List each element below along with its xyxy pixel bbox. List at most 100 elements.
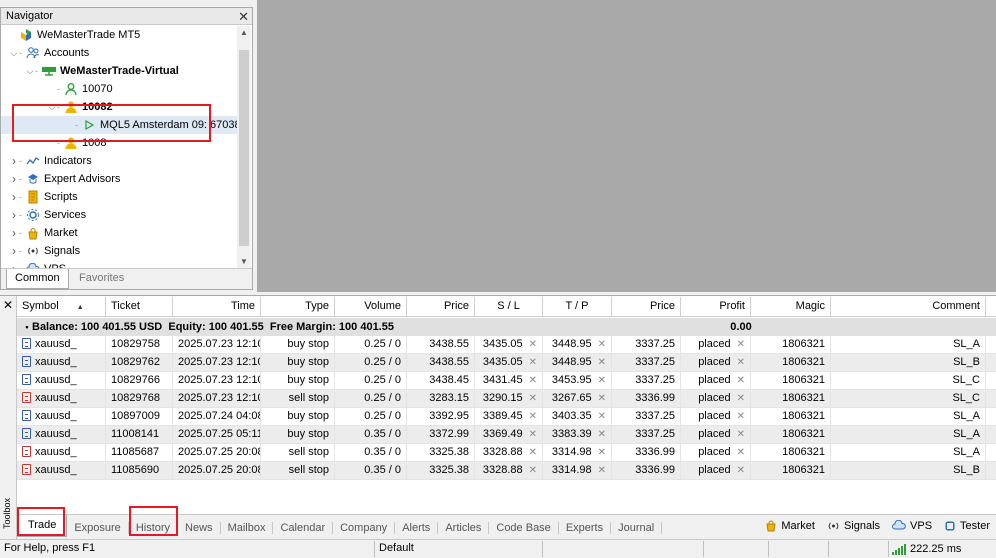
remove-tp-icon[interactable]: ✕ — [598, 465, 606, 476]
column-header[interactable]: Type — [261, 297, 335, 317]
remove-sl-icon[interactable]: ✕ — [529, 429, 537, 440]
tab-exposure[interactable]: Exposure — [67, 521, 129, 534]
balance-row[interactable]: • Balance: 100 401.55 USD Equity: 100 40… — [17, 318, 996, 336]
toolbox-close-icon[interactable]: ✕ — [3, 298, 13, 312]
cancel-order-icon[interactable]: ✕ — [737, 339, 745, 350]
table-row[interactable]: xauusd_ 10829762 2025.07.23 12:10:04 buy st… — [17, 354, 996, 372]
scroll-down-icon[interactable]: ▼ — [237, 255, 251, 269]
market-button[interactable]: Market — [765, 520, 815, 532]
tree-item[interactable]: - 10070 — [1, 80, 237, 98]
column-header[interactable]: Comment — [831, 297, 986, 317]
tree-item[interactable]: › - Expert Advisors — [1, 170, 237, 188]
cancel-order-icon[interactable]: ✕ — [737, 429, 745, 440]
cancel-order-icon[interactable]: ✕ — [737, 411, 745, 422]
cell-ticket: 10897009 — [106, 408, 173, 426]
column-header[interactable]: Magic — [751, 297, 831, 317]
column-header[interactable]: Time — [173, 297, 261, 317]
tab-journal[interactable]: Journal — [611, 521, 663, 534]
navigator-close-icon[interactable]: ✕ — [238, 9, 249, 25]
tab-calendar[interactable]: Calendar — [273, 521, 334, 534]
cancel-order-icon[interactable]: ✕ — [737, 447, 745, 458]
cell-ticket: 10829762 — [106, 354, 173, 372]
navigator-scrollbar[interactable]: ▲ ▼ — [237, 26, 251, 269]
cell-cur-price: 3337.25 — [612, 354, 681, 372]
cell-ticket: 11085690 — [106, 462, 173, 480]
tab-experts[interactable]: Experts — [559, 521, 612, 534]
cell-magic: 1806321 — [751, 354, 831, 372]
column-header[interactable]: S / L — [475, 297, 543, 317]
cell-value: 2025.07.23 12:10:05 — [178, 374, 260, 386]
table-row[interactable]: xauusd_ 11008141 2025.07.25 05:11:28 buy st… — [17, 426, 996, 444]
tab-common[interactable]: Common — [6, 269, 69, 289]
cell-value: 3337.25 — [635, 428, 675, 440]
remove-sl-icon[interactable]: ✕ — [529, 411, 537, 422]
tree-item[interactable]: › - Services — [1, 206, 237, 224]
remove-tp-icon[interactable]: ✕ — [598, 357, 606, 368]
tab-mailbox[interactable]: Mailbox — [221, 521, 274, 534]
column-header[interactable]: Symbol ▲ — [17, 297, 106, 317]
tester-button[interactable]: Tester — [944, 520, 990, 532]
chevron-right-icon[interactable]: › — [9, 154, 19, 168]
remove-sl-icon[interactable]: ✕ — [529, 465, 537, 476]
scroll-up-icon[interactable]: ▲ — [237, 26, 251, 40]
tree-item[interactable]: › - Signals — [1, 242, 237, 260]
remove-sl-icon[interactable]: ✕ — [529, 447, 537, 458]
table-row[interactable]: xauusd_ 10829766 2025.07.23 12:10:05 buy st… — [17, 372, 996, 390]
tab-favorites[interactable]: Favorites — [71, 269, 132, 289]
remove-tp-icon[interactable]: ✕ — [598, 411, 606, 422]
tree-item[interactable]: › - Indicators — [1, 152, 237, 170]
chevron-right-icon[interactable]: › — [9, 226, 19, 240]
table-row[interactable]: xauusd_ 11085687 2025.07.25 20:08:40 sell s… — [17, 444, 996, 462]
vps-button[interactable]: VPS — [892, 520, 932, 532]
remove-tp-icon[interactable]: ✕ — [598, 447, 606, 458]
column-header[interactable]: Price — [612, 297, 681, 317]
remove-tp-icon[interactable]: ✕ — [598, 393, 606, 404]
tree-item[interactable]: ⌵ - WeMasterTrade-Virtual — [1, 62, 237, 80]
remove-sl-icon[interactable]: ✕ — [529, 375, 537, 386]
chevron-right-icon[interactable]: › — [9, 190, 19, 204]
tab-articles[interactable]: Articles — [438, 521, 490, 534]
chevron-right-icon[interactable]: › — [9, 208, 19, 222]
column-header[interactable]: Price — [407, 297, 475, 317]
scroll-thumb[interactable] — [239, 50, 249, 246]
column-header[interactable]: Volume — [335, 297, 407, 317]
cancel-order-icon[interactable]: ✕ — [737, 465, 745, 476]
tab-news[interactable]: News — [178, 521, 221, 534]
cancel-order-icon[interactable]: ✕ — [737, 375, 745, 386]
toolbox-panel: ✕ Toolbox Symbol ▲ Ticket Time Type Volume Pri… — [0, 295, 996, 540]
chevron-right-icon[interactable]: › — [9, 244, 19, 258]
tab-alerts[interactable]: Alerts — [395, 521, 439, 534]
buy-order-icon — [22, 428, 31, 439]
remove-sl-icon[interactable]: ✕ — [529, 339, 537, 350]
cancel-order-icon[interactable]: ✕ — [737, 357, 745, 368]
table-row[interactable]: xauusd_ 10829758 2025.07.23 12:10:03 buy st… — [17, 336, 996, 354]
chevron-right-icon[interactable]: › — [9, 172, 19, 186]
cancel-order-icon[interactable]: ✕ — [737, 393, 745, 404]
remove-tp-icon[interactable]: ✕ — [598, 375, 606, 386]
column-header[interactable]: Ticket — [106, 297, 173, 317]
connection-status[interactable]: 222.25 ms — [892, 540, 961, 558]
signals-button[interactable]: Signals — [827, 520, 880, 532]
table-row[interactable]: xauusd_ 10897009 2025.07.24 04:08:30 buy st… — [17, 408, 996, 426]
tab-code-base[interactable]: Code Base — [489, 521, 559, 534]
tree-item[interactable]: WeMasterTrade MT5 — [1, 26, 237, 44]
cell-cur-price: 3337.25 — [612, 408, 681, 426]
cell-cur-price: 3336.99 — [612, 462, 681, 480]
tree-item[interactable]: › - Market — [1, 224, 237, 242]
cell-symbol: xauusd_ — [17, 390, 106, 408]
table-row[interactable]: xauusd_ 11085690 2025.07.25 20:08:40 sell s… — [17, 462, 996, 480]
tree-item[interactable]: › - Scripts — [1, 188, 237, 206]
table-row[interactable]: xauusd_ 10829768 2025.07.23 12:10:05 sell s… — [17, 390, 996, 408]
status-profile[interactable]: Default — [379, 540, 414, 558]
column-header[interactable]: T / P — [543, 297, 612, 317]
column-header[interactable]: Profit — [681, 297, 751, 317]
chevron-down-icon[interactable]: ⌵ — [9, 48, 19, 59]
remove-sl-icon[interactable]: ✕ — [529, 357, 537, 368]
chart-workspace[interactable] — [257, 0, 996, 292]
remove-sl-icon[interactable]: ✕ — [529, 393, 537, 404]
tab-company[interactable]: Company — [333, 521, 396, 534]
remove-tp-icon[interactable]: ✕ — [598, 339, 606, 350]
tree-item[interactable]: ⌵ - Accounts — [1, 44, 237, 62]
remove-tp-icon[interactable]: ✕ — [598, 429, 606, 440]
chevron-down-icon[interactable]: ⌵ — [25, 66, 35, 77]
